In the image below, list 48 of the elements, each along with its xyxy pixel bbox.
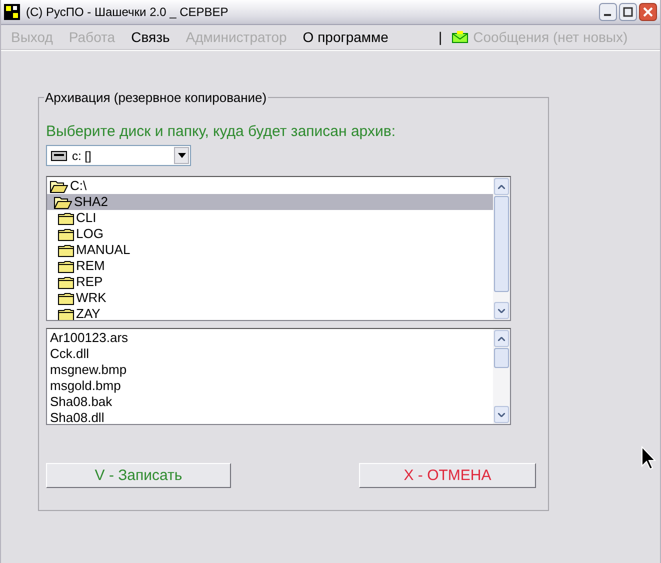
file-item[interactable]: msgold.bmp — [47, 378, 493, 394]
folder-icon — [58, 244, 74, 256]
file-item[interactable]: Sha08.bak — [47, 394, 493, 410]
folder-icon — [58, 260, 74, 272]
folder-item[interactable]: C:\ — [47, 178, 493, 194]
folder-icon — [58, 308, 74, 320]
scroll-thumb[interactable] — [494, 196, 509, 292]
folder-item[interactable]: REP — [47, 274, 493, 290]
group-title: Архивация (резервное копирование) — [44, 90, 268, 105]
folder-item[interactable]: MANUAL — [47, 242, 493, 258]
prompt-text: Выберите диск и папку, куда будет записан архив: — [46, 123, 396, 140]
file-item[interactable]: msgnew.bmp — [47, 362, 493, 378]
minimize-icon[interactable] — [599, 3, 617, 21]
file-item[interactable]: Sha08.dll — [47, 410, 493, 424]
scrollbar[interactable] — [493, 177, 510, 320]
drive-icon — [51, 150, 67, 160]
folder-item[interactable]: REM — [47, 258, 493, 274]
scroll-up-icon[interactable] — [498, 184, 505, 188]
save-button[interactable]: V - Записать — [46, 463, 231, 488]
scroll-thumb[interactable] — [494, 348, 509, 368]
folder-item[interactable]: WRK — [47, 290, 493, 306]
cursor-icon — [641, 446, 657, 471]
file-item[interactable]: Cck.dll — [47, 346, 493, 362]
scrollbar[interactable] — [493, 329, 510, 424]
folder-item[interactable]: CLI — [47, 210, 493, 226]
scroll-up-icon[interactable] — [498, 336, 505, 340]
open-folder-icon — [50, 180, 68, 192]
folder-icon — [58, 292, 74, 304]
window-title: (C) РусПО - Шашечки 2.0 _ СЕРВЕР — [26, 5, 230, 19]
menu-separator: | — [438, 29, 442, 45]
folder-item[interactable]: SHA2 — [47, 194, 493, 210]
folder-item[interactable]: LOG — [47, 226, 493, 242]
maximize-icon[interactable] — [619, 3, 637, 21]
close-icon[interactable] — [639, 3, 657, 21]
menu-item[interactable]: О программе — [294, 29, 396, 45]
checkers-icon — [4, 4, 20, 20]
folder-item[interactable]: ZAY — [47, 306, 493, 320]
menu-item[interactable]: Связь — [123, 29, 178, 45]
folder-icon — [58, 228, 74, 240]
scroll-down-icon[interactable] — [498, 308, 505, 312]
file-item[interactable]: Ar100123.ars — [47, 330, 493, 346]
envelope-icon — [452, 31, 468, 43]
folder-icon — [58, 276, 74, 288]
scroll-down-icon[interactable] — [498, 412, 505, 416]
cancel-button[interactable]: X - ОТМЕНА — [359, 463, 536, 488]
folder-icon — [58, 212, 74, 224]
open-folder-icon — [54, 196, 72, 208]
drive-dropdown[interactable]: c: [] — [46, 145, 191, 166]
